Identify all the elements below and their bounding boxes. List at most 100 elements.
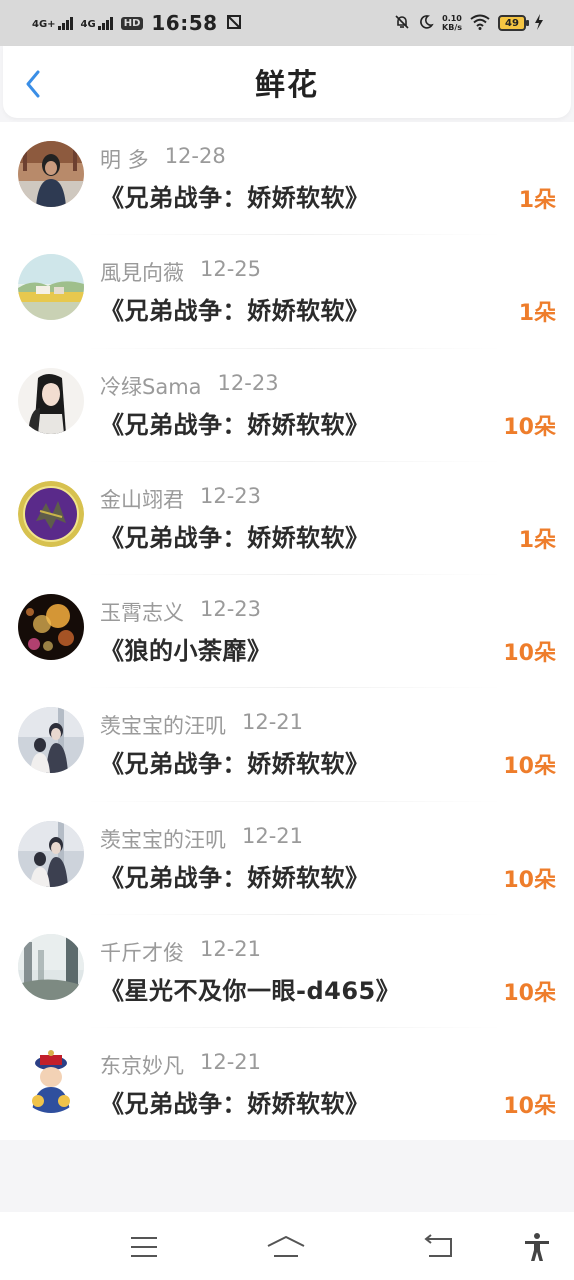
user-name[interactable]: 風見向薇: [100, 257, 184, 287]
book-title[interactable]: 《星光不及你一眼-d465》: [100, 971, 400, 1006]
list-item[interactable]: 千斤才俊 12-21 《星光不及你一眼-d465》 10朵: [0, 915, 574, 1029]
date: 12-21: [200, 937, 262, 962]
avatar-image: [18, 254, 84, 321]
hd-voice-icon: HD: [120, 16, 144, 30]
flower-record-list: 明 多 12-28 《兄弟战争：娇娇软软》 1朵 風見向薇 12-25 《兄弟战…: [0, 122, 574, 1140]
sim2-label: 4G: [80, 18, 96, 30]
list-item[interactable]: 羡宝宝的汪叽 12-21 《兄弟战争：娇娇软软》 10朵: [0, 802, 574, 916]
list-item[interactable]: 冷绿Sama 12-23 《兄弟战争：娇娇软软》 10朵: [0, 349, 574, 463]
flower-count: 10朵: [503, 867, 556, 893]
system-nav-bar: [0, 1212, 574, 1280]
back-nav-button[interactable]: [418, 1230, 458, 1264]
item-meta: 东京妙凡 12-21: [100, 1050, 261, 1080]
list-item[interactable]: 玉霄志义 12-23 《狼的小荼靡》 10朵: [0, 575, 574, 689]
avatar[interactable]: [18, 254, 84, 321]
accessibility-icon: [525, 1233, 549, 1261]
item-meta: 玉霄志义 12-23: [100, 597, 261, 627]
user-name[interactable]: 千斤才俊: [100, 937, 184, 967]
avatar-image: [18, 934, 84, 1001]
avatar[interactable]: [18, 1047, 84, 1114]
status-right: 0.10 KB/s 49: [394, 11, 544, 35]
book-title[interactable]: 《兄弟战争：娇娇软软》: [100, 405, 370, 440]
avatar-image: [18, 820, 84, 887]
list-item[interactable]: 东京妙凡 12-21 《兄弟战争：娇娇软软》 10朵: [0, 1028, 574, 1141]
avatar[interactable]: [18, 707, 84, 774]
date: 12-21: [242, 710, 304, 735]
user-name[interactable]: 羡宝宝的汪叽: [100, 710, 226, 740]
menu-button[interactable]: [124, 1230, 164, 1264]
item-meta: 明 多 12-28: [100, 144, 226, 174]
book-title[interactable]: 《兄弟战争：娇娇软软》: [100, 291, 370, 326]
flower-count: 1朵: [518, 301, 556, 327]
chevron-left-icon: [26, 70, 40, 98]
flower-count: 1朵: [518, 188, 556, 213]
flower-count: 10朵: [503, 754, 556, 780]
avatar[interactable]: [18, 480, 84, 547]
flower-count: 1朵: [518, 527, 556, 553]
item-meta: 風見向薇 12-25: [100, 257, 261, 287]
list-item[interactable]: 金山翊君 12-23 《兄弟战争：娇娇软软》 1朵: [0, 462, 574, 576]
user-name[interactable]: 羡宝宝的汪叽: [100, 824, 226, 854]
flower-count: 10朵: [503, 1094, 556, 1120]
book-title[interactable]: 《兄弟战争：娇娇软软》: [100, 518, 370, 553]
date: 12-21: [200, 1050, 262, 1075]
list-item[interactable]: 明 多 12-28 《兄弟战争：娇娇软软》 1朵: [0, 122, 574, 236]
accessibility-button[interactable]: [517, 1230, 557, 1264]
back-button[interactable]: [21, 70, 45, 98]
book-title[interactable]: 《兄弟战争：娇娇软软》: [100, 744, 370, 779]
return-icon: [424, 1234, 452, 1257]
avatar-image: [18, 707, 84, 774]
menu-icon: [131, 1237, 157, 1257]
user-name[interactable]: 东京妙凡: [100, 1050, 184, 1080]
item-meta: 冷绿Sama 12-23: [100, 371, 279, 401]
sim1-label: 4G+: [32, 18, 56, 30]
home-button[interactable]: [266, 1230, 306, 1264]
signal-2-icon: 4G: [80, 16, 113, 30]
date: 12-23: [217, 370, 279, 395]
signal-1-icon: 4G+: [32, 16, 73, 30]
avatar-image: [18, 1047, 84, 1114]
book-title[interactable]: 《兄弟战争：娇娇软软》: [100, 1084, 370, 1119]
home-icon: [267, 1236, 305, 1257]
user-name[interactable]: 金山翊君: [100, 484, 184, 514]
user-name[interactable]: 明 多: [100, 144, 149, 174]
net-speed-value: 0.10: [442, 14, 462, 23]
avatar[interactable]: [18, 141, 84, 207]
date: 12-23: [200, 483, 262, 508]
avatar[interactable]: [18, 594, 84, 661]
book-title[interactable]: 《狼的小荼靡》: [100, 631, 272, 666]
item-meta: 羡宝宝的汪叽 12-21: [100, 710, 303, 740]
status-bar: 4G+ 4G HD 16:58 0.10 KB/s 49: [0, 0, 574, 46]
net-speed-unit: KB/s: [442, 23, 462, 32]
battery-icon: 49: [498, 15, 529, 31]
avatar[interactable]: [18, 820, 84, 887]
moon-icon: [418, 11, 434, 35]
item-meta: 羡宝宝的汪叽 12-21: [100, 824, 303, 854]
avatar-image: [18, 141, 84, 207]
list-item[interactable]: 風見向薇 12-25 《兄弟战争：娇娇软软》 1朵: [0, 235, 574, 349]
avatar[interactable]: [18, 367, 84, 434]
flower-count: 10朵: [503, 414, 556, 440]
avatar-image: [18, 367, 84, 434]
status-left: 4G+ 4G HD 16:58: [32, 11, 242, 35]
mute-bell-icon: [394, 11, 410, 35]
date: 12-28: [164, 144, 226, 168]
list-item[interactable]: 羡宝宝的汪叽 12-21 《兄弟战争：娇娇软软》 10朵: [0, 688, 574, 803]
item-meta: 金山翊君 12-23: [100, 484, 261, 514]
net-speed: 0.10 KB/s: [442, 14, 462, 32]
date: 12-21: [242, 823, 304, 848]
top-app-bar: 鲜花: [3, 46, 571, 118]
user-name[interactable]: 玉霄志义: [100, 597, 184, 627]
charging-icon: [534, 11, 544, 35]
date: 12-23: [200, 597, 262, 622]
page-title: 鲜花: [255, 68, 319, 103]
avatar-image: [18, 594, 84, 661]
book-title[interactable]: 《兄弟战争：娇娇软软》: [100, 178, 370, 213]
flower-count: 10朵: [503, 641, 556, 667]
book-title[interactable]: 《兄弟战争：娇娇软软》: [100, 858, 370, 893]
user-name[interactable]: 冷绿Sama: [100, 371, 202, 401]
avatar[interactable]: [18, 934, 84, 1001]
date: 12-25: [200, 257, 262, 282]
screenshot-icon: [226, 11, 242, 35]
item-meta: 千斤才俊 12-21: [100, 937, 261, 967]
